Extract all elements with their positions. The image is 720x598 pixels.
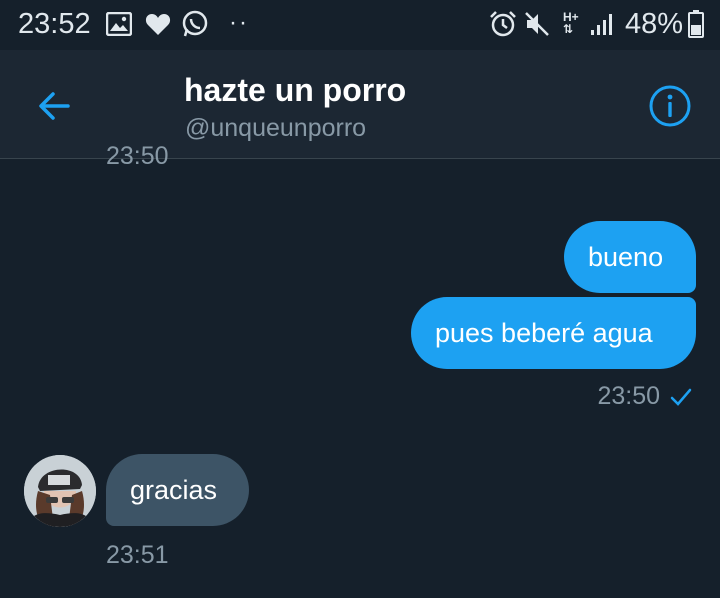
more-dots: ··: [229, 9, 249, 36]
info-button[interactable]: [648, 84, 692, 128]
signal-icon: [590, 12, 618, 41]
timestamp-text: 23:50: [106, 146, 169, 170]
avatar-image: [24, 455, 96, 527]
battery-percentage: 48%: [625, 8, 684, 40]
message-meta-outgoing: 23:50: [597, 382, 692, 411]
status-bar: 23:52 ·· H+ ⇅ 48%: [0, 0, 720, 50]
message-bubble-incoming[interactable]: gracias: [106, 454, 249, 526]
arrow-left-icon: [39, 92, 70, 120]
alarm-icon: [489, 10, 517, 43]
message-timestamp: 23:51: [106, 541, 169, 569]
message-timestamp: 23:50: [597, 382, 660, 410]
network-icon: H+ ⇅: [563, 10, 579, 36]
avatar[interactable]: [24, 455, 96, 527]
message-bubble-outgoing[interactable]: pues beberé agua: [411, 297, 696, 369]
conversation-handle: @unqueunporro: [185, 114, 367, 142]
back-button[interactable]: [34, 86, 74, 126]
checkmark-icon: [670, 388, 692, 406]
heart-icon: [145, 13, 171, 41]
conversation-header: hazte un porro @unqueunporro: [0, 50, 720, 159]
gallery-icon: [105, 11, 133, 41]
message-bubble-outgoing[interactable]: bueno: [564, 221, 696, 293]
battery-icon: [688, 10, 704, 43]
whatsapp-icon: [181, 10, 209, 43]
info-icon: [649, 85, 691, 127]
status-time: 23:52: [18, 8, 91, 40]
conversation-title: hazte un porro: [184, 72, 407, 108]
mute-icon: [524, 11, 550, 42]
message-timestamp-previous: 23:50: [106, 146, 226, 170]
